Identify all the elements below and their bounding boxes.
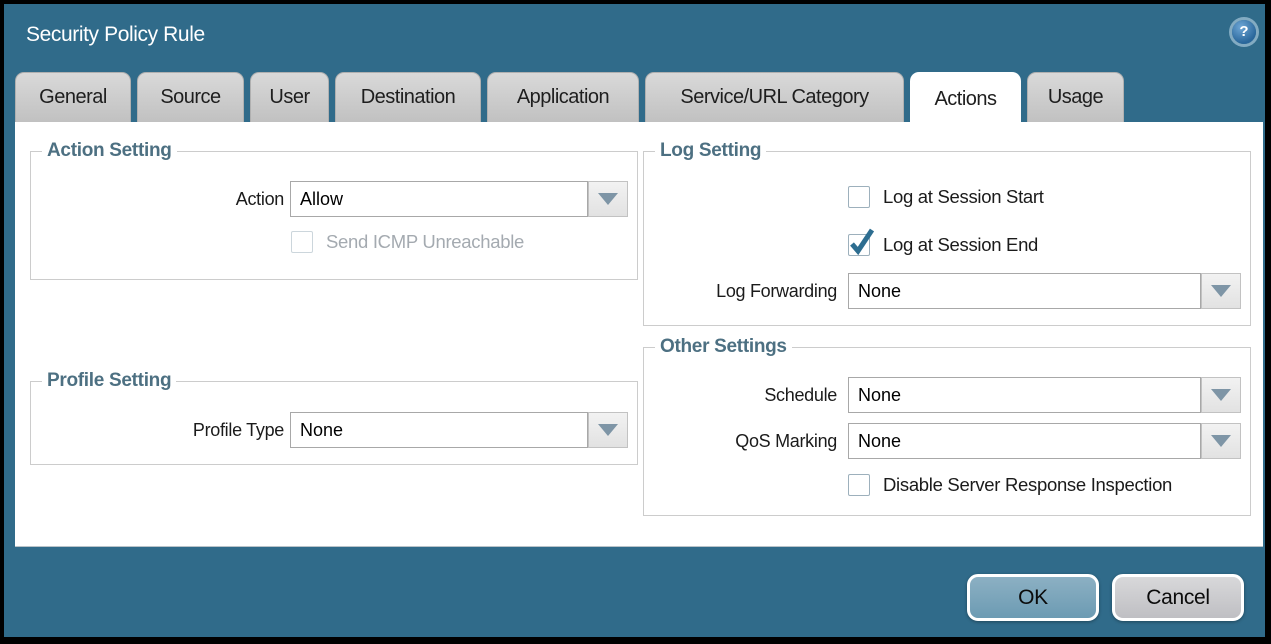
chevron-down-icon xyxy=(1211,285,1231,297)
check-icon xyxy=(848,227,875,256)
screenshot-frame: Security Policy Rule ? General Source Us… xyxy=(0,0,1271,644)
log-at-session-start-checkbox-row[interactable]: Log at Session Start xyxy=(848,186,1044,208)
qos-marking-label: QoS Marking xyxy=(644,423,837,459)
help-icon[interactable]: ? xyxy=(1232,20,1256,44)
security-policy-rule-dialog: Security Policy Rule ? General Source Us… xyxy=(4,4,1265,637)
chevron-down-icon xyxy=(598,424,618,436)
tab-label: User xyxy=(269,86,309,109)
ok-button[interactable]: OK xyxy=(967,574,1099,621)
tab-label: General xyxy=(39,86,107,109)
checkbox-label: Send ICMP Unreachable xyxy=(326,231,524,253)
log-at-session-start-checkbox[interactable] xyxy=(848,186,870,208)
action-dropdown[interactable]: Allow xyxy=(290,181,588,217)
log-forwarding-value: None xyxy=(858,281,901,301)
tab-general[interactable]: General xyxy=(15,72,131,122)
log-forwarding-dropdown-button[interactable] xyxy=(1201,273,1241,309)
checkbox-label: Log at Session End xyxy=(883,234,1038,256)
tab-label: Destination xyxy=(361,86,456,109)
checkbox-label: Disable Server Response Inspection xyxy=(883,474,1172,496)
tab-label: Usage xyxy=(1048,86,1103,109)
profile-setting-group: Profile Setting Profile Type None xyxy=(30,381,638,465)
tab-user[interactable]: User xyxy=(250,72,329,122)
tab-label: Service/URL Category xyxy=(680,86,868,109)
profile-type-value: None xyxy=(300,420,343,440)
chevron-down-icon xyxy=(598,193,618,205)
profile-type-dropdown[interactable]: None xyxy=(290,412,588,448)
other-settings-group: Other Settings Schedule None QoS Marking… xyxy=(643,347,1251,516)
tab-destination[interactable]: Destination xyxy=(335,72,481,122)
action-value: Allow xyxy=(300,189,343,209)
group-legend: Action Setting xyxy=(42,140,177,162)
cancel-button[interactable]: Cancel xyxy=(1112,574,1244,621)
schedule-dropdown[interactable]: None xyxy=(848,377,1201,413)
send-icmp-unreachable-checkbox-row: Send ICMP Unreachable xyxy=(291,231,524,253)
tab-source[interactable]: Source xyxy=(137,72,244,122)
schedule-label: Schedule xyxy=(644,377,837,413)
action-dropdown-button[interactable] xyxy=(588,181,628,217)
qos-marking-dropdown-button[interactable] xyxy=(1201,423,1241,459)
tab-label: Source xyxy=(160,86,220,109)
tab-label: Actions xyxy=(934,88,996,111)
dialog-title: Security Policy Rule xyxy=(26,23,205,47)
actions-tab-panel: Action Setting Action Allow Send ICMP Un… xyxy=(15,122,1263,547)
group-legend: Log Setting xyxy=(655,140,766,162)
log-setting-group: Log Setting Log at Session Start Log at … xyxy=(643,151,1251,326)
send-icmp-unreachable-checkbox xyxy=(291,231,313,253)
chevron-down-icon xyxy=(1211,389,1231,401)
disable-server-response-inspection-checkbox[interactable] xyxy=(848,474,870,496)
tab-label: Application xyxy=(517,86,609,109)
schedule-dropdown-button[interactable] xyxy=(1201,377,1241,413)
log-at-session-end-checkbox-row[interactable]: Log at Session End xyxy=(848,234,1038,256)
tab-service-url-category[interactable]: Service/URL Category xyxy=(645,72,904,122)
log-forwarding-dropdown[interactable]: None xyxy=(848,273,1201,309)
action-setting-group: Action Setting Action Allow Send ICMP Un… xyxy=(30,151,638,280)
profile-type-dropdown-button[interactable] xyxy=(588,412,628,448)
qos-marking-dropdown[interactable]: None xyxy=(848,423,1201,459)
group-legend: Other Settings xyxy=(655,336,792,358)
tab-application[interactable]: Application xyxy=(487,72,639,122)
qos-marking-value: None xyxy=(858,431,901,451)
profile-type-label: Profile Type xyxy=(31,412,284,448)
cancel-button-label: Cancel xyxy=(1146,586,1210,610)
ok-button-label: OK xyxy=(1018,586,1048,610)
chevron-down-icon xyxy=(1211,435,1231,447)
group-legend: Profile Setting xyxy=(42,370,176,392)
schedule-value: None xyxy=(858,385,901,405)
log-at-session-end-checkbox[interactable] xyxy=(848,234,870,256)
action-label: Action xyxy=(31,181,284,217)
disable-server-response-inspection-checkbox-row[interactable]: Disable Server Response Inspection xyxy=(848,474,1172,496)
tab-actions[interactable]: Actions xyxy=(910,72,1021,125)
log-forwarding-label: Log Forwarding xyxy=(644,273,837,309)
tab-usage[interactable]: Usage xyxy=(1027,72,1124,122)
checkbox-label: Log at Session Start xyxy=(883,186,1044,208)
